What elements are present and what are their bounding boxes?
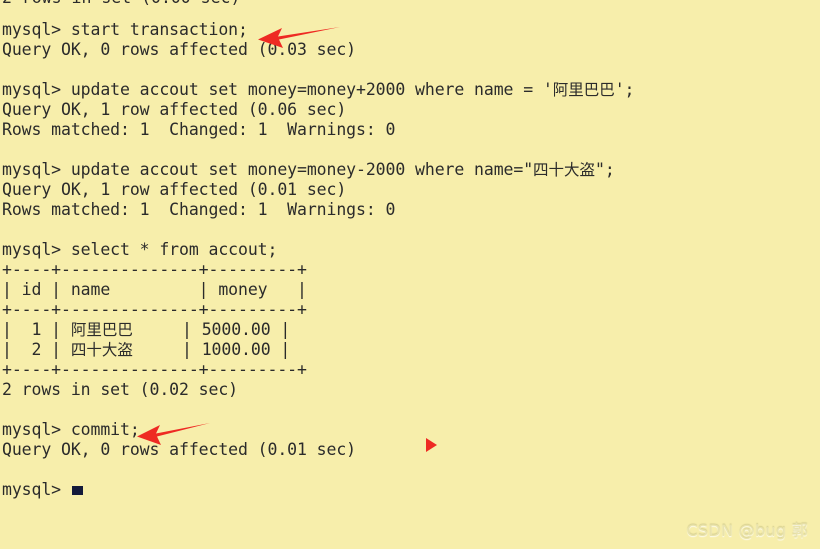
terminal-output-line: Query OK, 0 rows affected (0.01 sec) (2, 440, 820, 460)
ascii-text: Rows matched: 1 Changed: 1 Warnings: 0 (2, 200, 396, 219)
cjk-text: 四十大盗 (70, 341, 133, 359)
terminal-output-line: Rows matched: 1 Changed: 1 Warnings: 0 (2, 120, 820, 140)
ascii-text: mysql> update accout set money=money-200… (2, 160, 534, 179)
ascii-text: mysql> update accout set money=money+200… (2, 80, 553, 99)
terminal-table-line: +----+--------------+---------+ (2, 260, 820, 280)
ascii-text: +----+--------------+---------+ (2, 360, 307, 379)
ascii-text: | 5000.00 | (132, 320, 291, 339)
ascii-text: Query OK, 1 row affected (0.01 sec) (2, 180, 347, 199)
cjk-text: 四十大盗 (533, 161, 596, 179)
mysql-terminal[interactable]: 2 rows in set (0.00 sec) mysql> start tr… (0, 0, 820, 549)
ascii-text: "; (595, 160, 615, 179)
ascii-text: +----+--------------+---------+ (2, 260, 307, 279)
terminal-table-line: +----+--------------+---------+ (2, 300, 820, 320)
ascii-text: Query OK, 0 rows affected (0.01 sec) (2, 440, 357, 459)
text-cursor (71, 486, 83, 495)
terminal-output-line: Query OK, 1 row affected (0.06 sec) (2, 100, 820, 120)
terminal-output: mysql> start transaction; Query OK, 0 row… (2, 0, 820, 500)
ascii-text: '; (614, 80, 635, 99)
ascii-text: mysql> select * from accout; (2, 240, 278, 259)
ascii-text: Rows matched: 1 Changed: 1 Warnings: 0 (2, 120, 396, 139)
cjk-text: 阿里巴巴 (70, 321, 133, 339)
ascii-text: mysql> start transaction; (2, 20, 248, 39)
terminal-table-line: | 2 | 四十大盗 | 1000.00 | (2, 340, 820, 360)
ascii-text: mysql> (2, 480, 71, 499)
terminal-table-line: +----+--------------+---------+ (2, 360, 820, 380)
terminal-command-line: mysql> start transaction; (2, 20, 820, 40)
ascii-text: Query OK, 1 row affected (0.06 sec) (2, 100, 347, 119)
triangle-marker-icon (426, 438, 437, 452)
terminal-command-line: mysql> update accout set money=money+200… (2, 80, 820, 100)
terminal-output-line: Query OK, 0 rows affected (0.03 sec) (2, 40, 820, 60)
terminal-command-line: mysql> update accout set money=money-200… (2, 160, 820, 180)
csdn-watermark: CSDN @bug 郭 (686, 521, 808, 540)
ascii-text: +----+--------------+---------+ (2, 300, 307, 319)
ascii-text: | 1000.00 | (132, 340, 291, 359)
terminal-output-line: 2 rows in set (0.02 sec) (2, 380, 820, 400)
terminal-table-line: | id | name | money | (2, 280, 820, 300)
terminal-output-line: Rows matched: 1 Changed: 1 Warnings: 0 (2, 200, 820, 220)
terminal-command-line: mysql> commit; (2, 420, 820, 440)
terminal-output-line: Query OK, 1 row affected (0.01 sec) (2, 180, 820, 200)
ascii-text: mysql> commit; (2, 420, 140, 439)
ascii-text: | 1 | (2, 320, 71, 339)
terminal-prompt-line: mysql> (2, 480, 820, 500)
terminal-table-line: | 1 | 阿里巴巴 | 5000.00 | (2, 320, 820, 340)
ascii-text: | 2 | (2, 340, 71, 359)
clipped-top-line: 2 rows in set (0.00 sec) (2, 0, 240, 8)
ascii-text: Query OK, 0 rows affected (0.03 sec) (2, 40, 357, 59)
ascii-text: | id | name | money | (2, 280, 307, 299)
cjk-text: 阿里巴巴 (552, 81, 615, 99)
ascii-text: 2 rows in set (0.02 sec) (2, 380, 239, 399)
terminal-command-line: mysql> select * from accout; (2, 240, 820, 260)
